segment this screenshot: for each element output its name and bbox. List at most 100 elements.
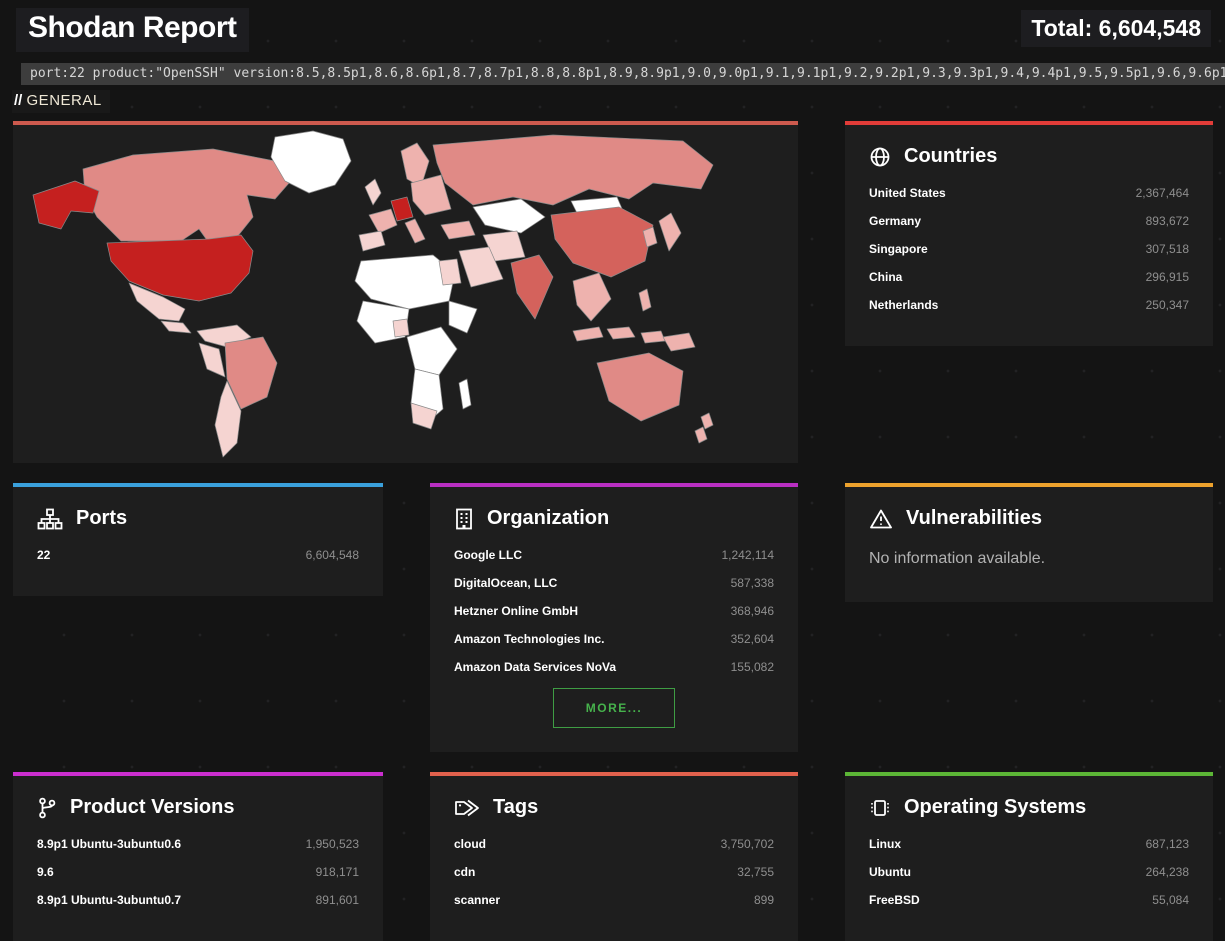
row-label: Ubuntu [869,865,911,879]
map-region-south-america [197,325,277,457]
table-row: 8.9p1 Ubuntu-3ubuntu0.7 891,601 [37,893,359,907]
total-label: Total: [1031,15,1092,41]
row-value: 1,242,114 [722,548,775,562]
row-label: cloud [454,837,486,851]
tags-icon [454,797,480,819]
panel-title: Product Versions [70,796,235,819]
building-icon [454,508,474,530]
row-label: Amazon Data Services NoVa [454,660,616,674]
panel-title: Ports [76,507,127,530]
microchip-icon [869,797,891,819]
row-value: 155,082 [731,660,774,674]
tags-panel: Tags cloud 3,750,702 cdn 32,755 scanner … [430,772,798,941]
organization-panel: Organization Google LLC 1,242,114 Digita… [430,483,798,752]
sitemap-icon [37,508,63,530]
panel-title: Operating Systems [904,796,1086,819]
table-row: Ubuntu 264,238 [869,865,1189,879]
row-label: Germany [869,214,921,228]
total-count: Total: 6,604,548 [1021,10,1211,47]
map-region-north-america [33,131,351,333]
table-row: Hetzner Online GmbH 368,946 [454,604,774,618]
table-row: FreeBSD 55,084 [869,893,1189,907]
row-label: 8.9p1 Ubuntu-3ubuntu0.7 [37,893,181,907]
world-map-panel [13,121,798,463]
report-header: Shodan Report Total: 6,604,548 [0,0,1225,52]
operating-systems-panel: Operating Systems Linux 687,123 Ubuntu 2… [845,772,1213,941]
operating-systems-header: Operating Systems [869,796,1189,819]
table-row: cdn 32,755 [454,865,774,879]
row-label: Singapore [869,242,928,256]
table-row: Google LLC 1,242,114 [454,548,774,562]
organization-header: Organization [454,507,774,530]
row-value: 2,367,464 [1136,186,1189,200]
countries-header: Countries [869,145,1189,168]
table-row: 9.6 918,171 [37,865,359,879]
row-value: 918,171 [316,865,359,879]
row-value: 368,946 [731,604,774,618]
table-row: Germany 893,672 [869,214,1189,228]
row-value: 352,604 [731,632,774,646]
empty-state-text: No information available. [869,550,1189,568]
row-value: 893,672 [1146,214,1189,228]
section-prefix: // [14,92,22,109]
row-label: 8.9p1 Ubuntu-3ubuntu0.6 [37,837,181,851]
ports-header: Ports [37,507,359,530]
table-row: Linux 687,123 [869,837,1189,851]
map-region-africa [355,255,477,429]
tags-header: Tags [454,796,774,819]
section-general: // GENERAL [12,92,1225,110]
map-region-oceania [597,333,713,443]
table-row: Amazon Technologies Inc. 352,604 [454,632,774,646]
table-row: Amazon Data Services NoVa 155,082 [454,660,774,674]
row-label: cdn [454,865,475,879]
row-value: 687,123 [1146,837,1189,851]
row-value: 587,338 [731,576,774,590]
row-label: Amazon Technologies Inc. [454,632,604,646]
row-value: 32,755 [737,865,774,879]
table-row: United States 2,367,464 [869,186,1189,200]
row-label: 22 [37,548,50,562]
globe-icon [869,146,891,168]
warning-icon [869,508,893,530]
table-row: 8.9p1 Ubuntu-3ubuntu0.6 1,950,523 [37,837,359,851]
total-value: 6,604,548 [1099,15,1201,41]
table-row: China 296,915 [869,270,1189,284]
row-label: Netherlands [869,298,938,312]
table-row: 22 6,604,548 [37,548,359,562]
product-versions-panel: Product Versions 8.9p1 Ubuntu-3ubuntu0.6… [13,772,383,941]
product-versions-header: Product Versions [37,796,359,819]
row-label: scanner [454,893,500,907]
section-label-text: GENERAL [27,92,102,109]
countries-panel: Countries United States 2,367,464 German… [845,121,1213,346]
panel-title: Vulnerabilities [906,507,1042,530]
row-label: Linux [869,837,901,851]
page-title: Shodan Report [16,8,249,52]
row-value: 250,347 [1146,298,1189,312]
row-value: 6,604,548 [306,548,359,562]
vulnerabilities-panel: Vulnerabilities No information available… [845,483,1213,602]
panel-title: Tags [493,796,538,819]
table-row: Singapore 307,518 [869,242,1189,256]
row-value: 55,084 [1152,893,1189,907]
panel-title: Organization [487,507,609,530]
table-row: cloud 3,750,702 [454,837,774,851]
row-label: 9.6 [37,865,54,879]
vulnerabilities-header: Vulnerabilities [869,507,1189,530]
search-query-bar[interactable]: port:22 product:"OpenSSH" version:8.5,8.… [21,63,1225,85]
row-label: Google LLC [454,548,522,562]
table-row: Netherlands 250,347 [869,298,1189,312]
code-branch-icon [37,797,57,819]
ports-panel: Ports 22 6,604,548 [13,483,383,596]
row-value: 307,518 [1146,242,1189,256]
row-label: FreeBSD [869,893,920,907]
row-label: United States [869,186,946,200]
row-label: China [869,270,902,284]
row-value: 264,238 [1146,865,1189,879]
panel-grid: Countries United States 2,367,464 German… [13,121,1215,941]
world-map [13,125,798,463]
row-value: 1,950,523 [306,837,359,851]
row-value: 3,750,702 [721,837,774,851]
row-value: 296,915 [1146,270,1189,284]
more-button[interactable]: MORE... [553,688,676,728]
table-row: scanner 899 [454,893,774,907]
